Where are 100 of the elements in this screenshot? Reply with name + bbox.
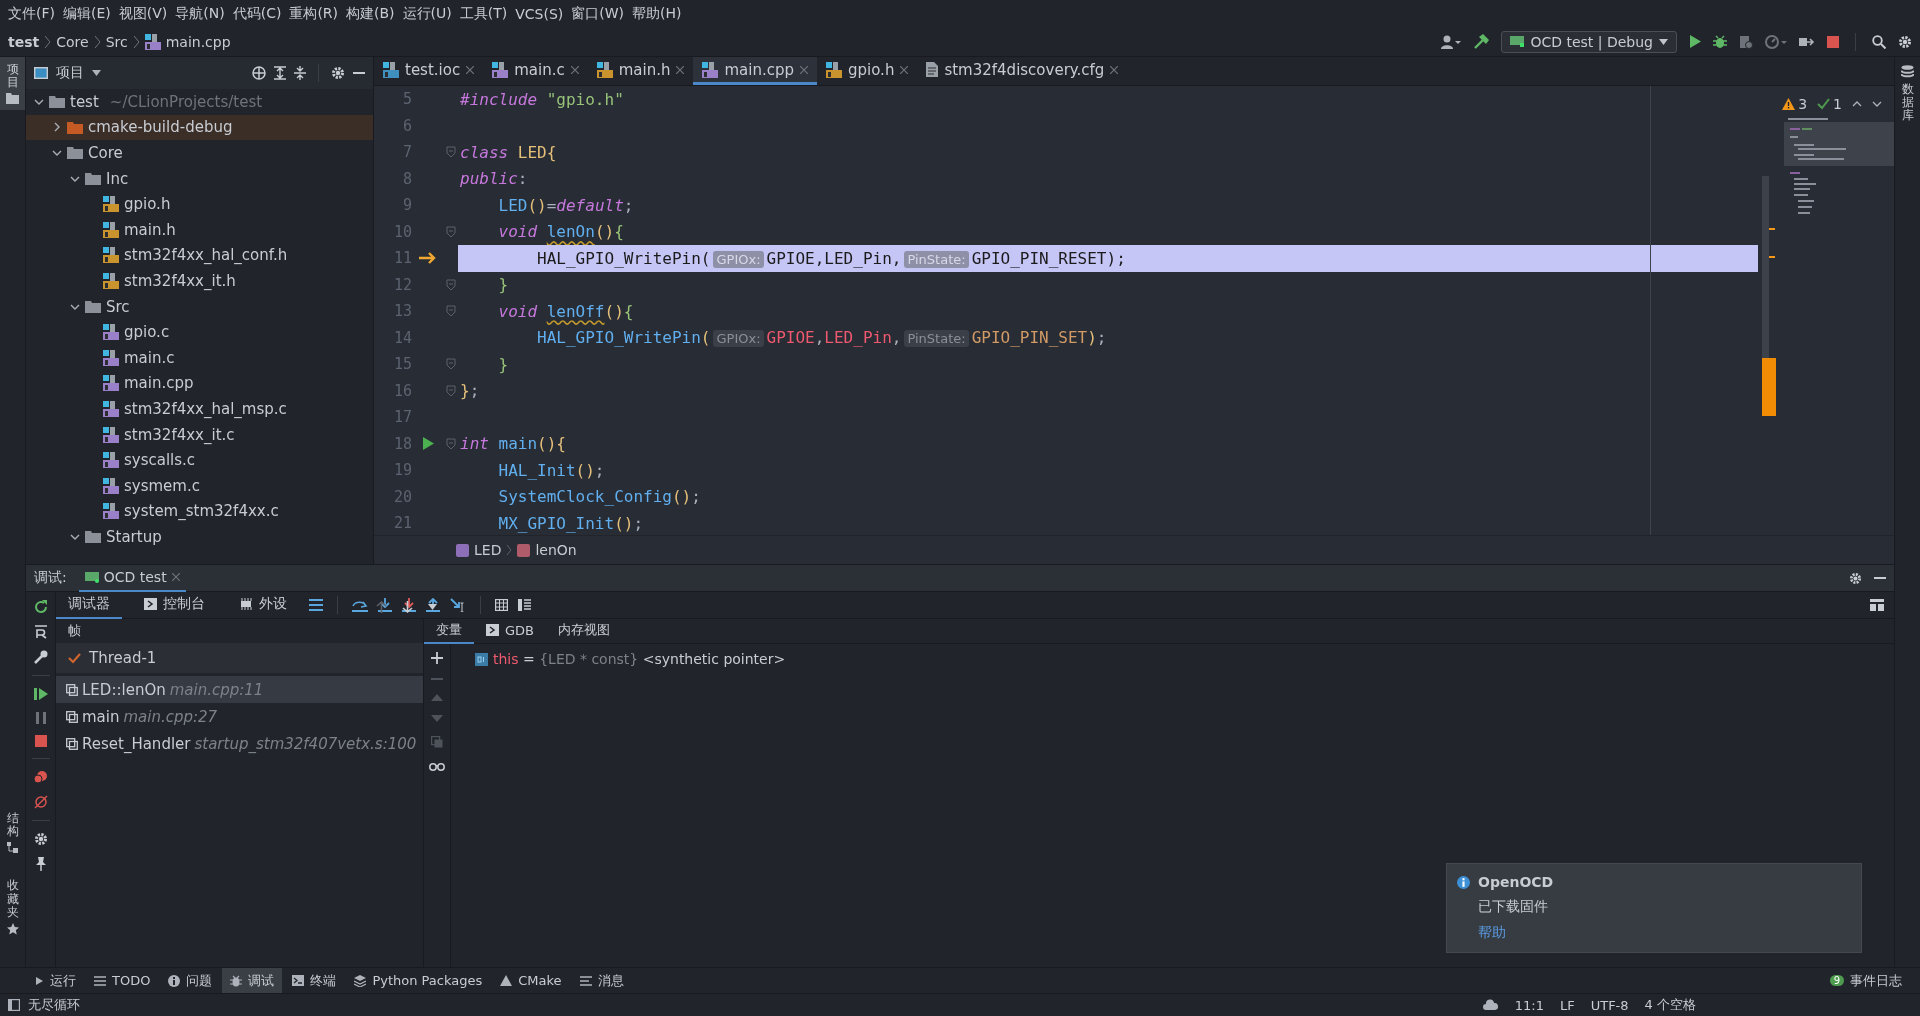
settings-icon[interactable] [33, 832, 48, 846]
settings-icon[interactable] [1898, 34, 1912, 49]
tree-item[interactable]: Core [26, 140, 373, 166]
menu-item[interactable]: 运行(U) [398, 4, 456, 23]
resume-icon[interactable] [33, 687, 48, 701]
crosshair-icon[interactable] [252, 66, 266, 80]
fold-marker-icon[interactable] [446, 305, 456, 318]
fold-marker-icon[interactable] [446, 384, 456, 397]
tool-window-tab[interactable]: Python Packages [346, 968, 491, 993]
minimize-icon[interactable] [353, 71, 365, 75]
menu-icon[interactable] [309, 599, 323, 611]
breadcrumb-item[interactable]: main.cpp [165, 33, 231, 50]
session-tab[interactable]: OCD test [78, 564, 186, 592]
breadcrumb-item[interactable]: LED [474, 542, 502, 558]
editor-tab[interactable]: main.cpp [693, 57, 817, 85]
tool-window-tab[interactable]: 调试 [222, 968, 283, 993]
layout-icon[interactable] [1870, 599, 1884, 611]
menu-item[interactable]: 重构(R) [285, 4, 343, 23]
pin-icon[interactable] [34, 857, 47, 871]
tree-item[interactable]: stm32f4xx_hal_msp.c [26, 396, 373, 422]
columns-icon[interactable] [518, 599, 531, 611]
tool-window-tab[interactable]: 运行 [26, 968, 84, 993]
close-icon[interactable] [466, 65, 475, 74]
close-icon[interactable] [900, 65, 909, 74]
tree-item[interactable]: sysmem.c [26, 472, 373, 499]
run-to-cursor-icon[interactable] [450, 598, 466, 612]
event-log-button[interactable]: 9 事件日志 [1821, 968, 1910, 993]
wrench-icon[interactable] [33, 650, 48, 664]
editor-tab[interactable]: test.ioc [374, 57, 484, 85]
tree-item[interactable]: syscalls.c [26, 447, 373, 473]
menu-item[interactable]: 帮助(H) [628, 4, 686, 23]
run-icon[interactable] [422, 437, 434, 451]
chevron-down-icon[interactable] [52, 148, 62, 158]
variable-value[interactable]: this = {LED * const} <synthetic pointer> [493, 651, 786, 667]
search-icon[interactable] [1872, 34, 1886, 49]
user-icon[interactable] [1441, 34, 1462, 49]
stack-frame[interactable]: Reset_Handler startup_stm32f407vetx.s:100 [56, 730, 423, 757]
caret-icon[interactable] [92, 70, 101, 76]
close-icon[interactable] [676, 65, 685, 74]
tool-window-tab[interactable]: 消息 [571, 968, 632, 993]
breadcrumb-item[interactable]: Src [105, 33, 128, 50]
coverage-icon[interactable] [1739, 34, 1753, 49]
tool-window-button[interactable]: 数据库 [1895, 57, 1920, 129]
stack-frame[interactable]: main main.cpp:27 [56, 703, 423, 730]
hammer-icon[interactable] [1473, 33, 1490, 50]
minimize-icon[interactable] [1874, 576, 1886, 580]
tree-item[interactable]: Startup [26, 524, 373, 550]
chevron-down-icon[interactable] [1872, 101, 1882, 107]
warning-count[interactable]: 3 [1782, 96, 1808, 112]
pause-icon[interactable] [35, 712, 46, 724]
step-over-icon[interactable] [352, 598, 368, 612]
tree-item[interactable]: system_stm32f4xx.c [26, 498, 373, 525]
editor-tab[interactable]: gpio.h [817, 57, 918, 85]
glasses-icon[interactable] [429, 762, 445, 771]
tree-item[interactable]: main.c [26, 344, 373, 371]
fold-marker-icon[interactable] [446, 146, 456, 159]
weak-warning-count[interactable]: 1 [1817, 96, 1842, 112]
menu-item[interactable]: 视图(V) [114, 4, 172, 23]
breadcrumb-item[interactable]: lenOn [535, 542, 577, 558]
run-configuration-dropdown[interactable]: OCD test | Debug [1501, 30, 1677, 53]
thread-selector[interactable]: Thread-1 [56, 643, 423, 673]
mute-breakpoints-icon[interactable] [33, 795, 48, 809]
editor-tab[interactable]: stm32f4discovery.cfg [917, 57, 1128, 85]
stop-icon[interactable] [34, 735, 47, 747]
restore-layout-icon[interactable] [34, 625, 47, 639]
tool-window-button[interactable]: 项目 [0, 57, 25, 111]
menu-item[interactable]: 文件(F) [4, 4, 59, 23]
caret-position[interactable]: 11:1 [1514, 997, 1544, 1013]
run-icon[interactable] [1689, 35, 1701, 48]
profiler-icon[interactable] [1765, 34, 1787, 49]
panel-toggle-icon[interactable] [8, 999, 20, 1011]
tree-item[interactable]: main.h [26, 216, 373, 243]
editor-tab[interactable]: main.h [587, 57, 694, 85]
debugger-tab[interactable]: 控制台 [132, 591, 217, 619]
rerun-icon[interactable] [33, 600, 48, 614]
chevron-right-icon[interactable] [52, 122, 62, 133]
tree-item[interactable]: cmake-build-debug [26, 114, 373, 141]
stack-frame[interactable]: LED::lenOn main.cpp:11 [56, 676, 423, 703]
menu-item[interactable]: 编辑(E) [59, 4, 115, 23]
close-icon[interactable] [800, 65, 808, 74]
menu-item[interactable]: 工具(T) [455, 4, 512, 23]
variables-tab[interactable]: 变量 [424, 618, 474, 644]
close-icon[interactable] [1110, 65, 1119, 74]
line-separator[interactable]: LF [1559, 997, 1575, 1013]
tree-item[interactable]: test ~/CLionProjects/test [26, 89, 373, 115]
tree-item[interactable]: gpio.c [26, 319, 373, 345]
debugger-tab[interactable]: 调试器 [56, 591, 122, 619]
tree-item[interactable]: Inc [26, 165, 373, 192]
indent-setting[interactable]: 4 个空格 [1644, 996, 1696, 1014]
bug-icon[interactable] [1713, 34, 1727, 49]
tool-window-tab[interactable]: TODO [86, 968, 159, 993]
breadcrumb-item[interactable]: test [8, 33, 40, 50]
panel-title[interactable]: 项目 [56, 64, 84, 82]
fold-marker-icon[interactable] [446, 225, 456, 238]
debugger-tab[interactable]: 外设 [227, 591, 299, 619]
step-out-icon[interactable] [426, 598, 440, 612]
breadcrumb-item[interactable]: Core [56, 33, 89, 50]
tree-item[interactable]: main.cpp [26, 370, 373, 397]
menu-item[interactable]: 构建(B) [342, 4, 399, 23]
tool-window-button[interactable]: 结构 [0, 806, 25, 860]
